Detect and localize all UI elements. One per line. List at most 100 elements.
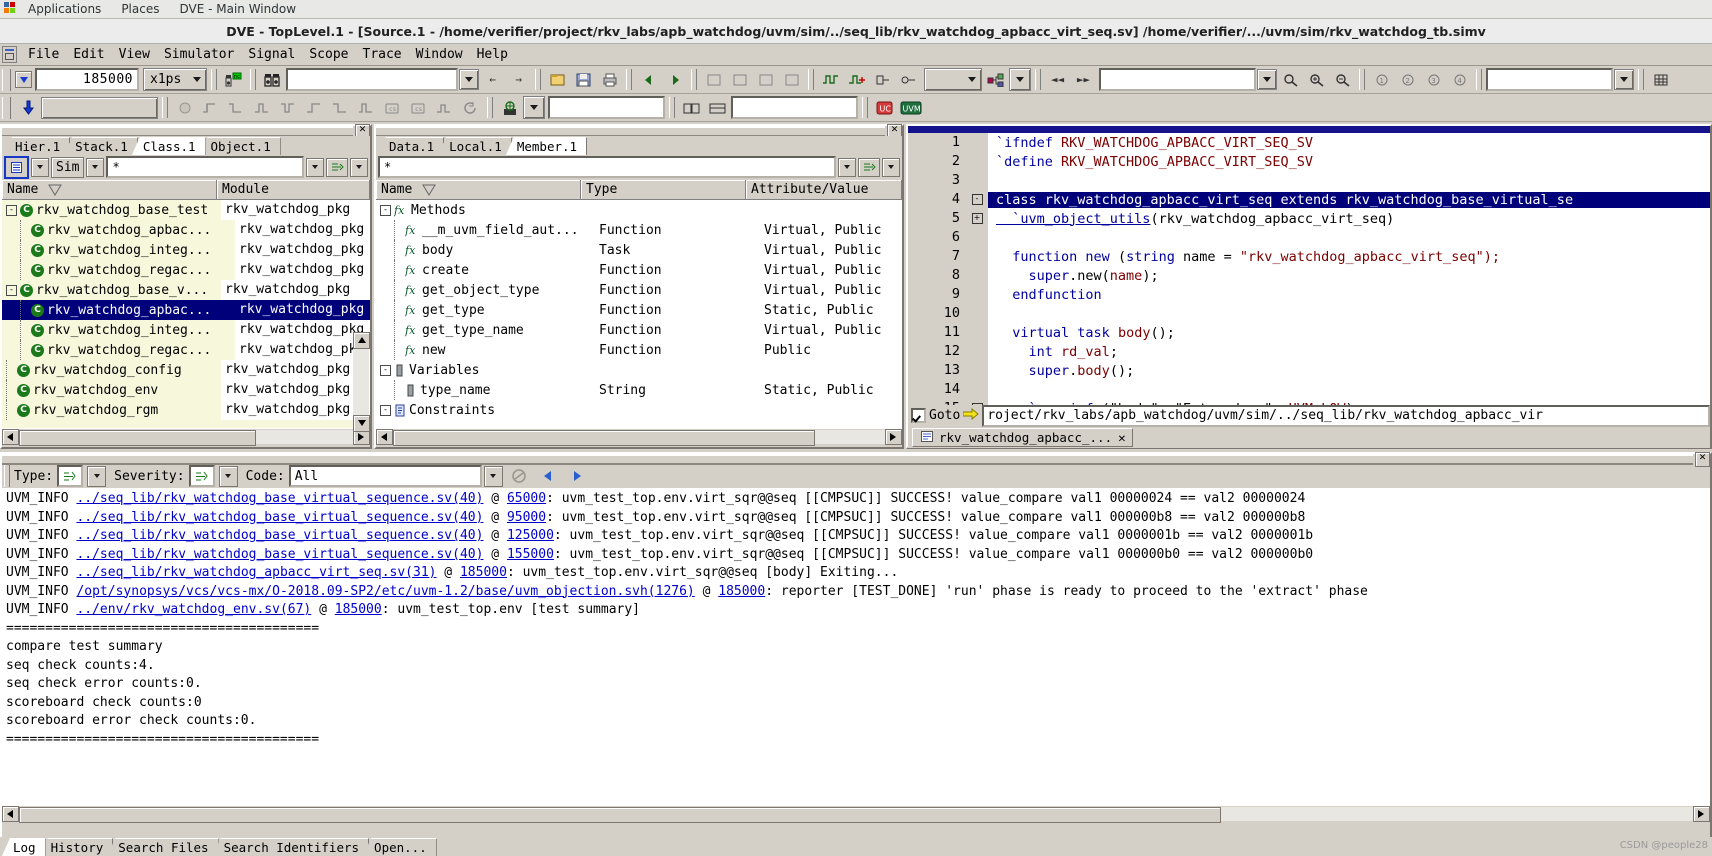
expander-icon[interactable]: - (380, 404, 391, 416)
menu-drag-handle[interactable] (2, 46, 17, 63)
member-filter-options-dropdown[interactable] (882, 157, 900, 177)
tab-hier[interactable]: Hier.1 (4, 137, 71, 155)
scroll-left-icon[interactable] (2, 428, 19, 445)
add-probe-icon[interactable] (497, 96, 522, 120)
tab-open[interactable]: Open... (363, 838, 437, 856)
filter-options-dropdown[interactable] (350, 157, 368, 177)
source-tab-close-icon[interactable]: ✕ (1118, 429, 1126, 446)
probe-dropdown[interactable] (523, 96, 545, 119)
code-line[interactable]: 12 int rd_val; (908, 342, 1710, 361)
places-menu[interactable]: Places (111, 0, 169, 18)
signal-name-field[interactable] (41, 96, 158, 119)
table-row[interactable]: Crkv_watchdog_regac... rkv_watchdog_pkg (2, 260, 370, 280)
code-line[interactable]: 5 + `uvm_object_utils(rkv_watchdog_apbacc… (908, 209, 1710, 228)
scope-mode-icon[interactable] (4, 155, 29, 179)
open-file-icon[interactable] (545, 68, 570, 92)
code-line[interactable]: 1 `ifndef RKV_WATCHDOG_APBACC_VIRT_SEQ_SV (908, 133, 1710, 152)
scope-mode-dropdown[interactable] (31, 157, 49, 177)
member-filter-apply-icon[interactable] (858, 157, 880, 177)
step-2-icon[interactable] (727, 68, 752, 92)
secondary-expression-dropdown[interactable] (1614, 69, 1634, 90)
fold-gutter[interactable] (966, 228, 988, 247)
fold-gutter[interactable] (966, 152, 988, 171)
search-next-icon[interactable]: → (506, 68, 531, 92)
log-scroll-right-icon[interactable] (1693, 805, 1710, 822)
log-file-link[interactable]: ../seq_lib/rkv_watchdog_apbacc_virt_seq.… (76, 565, 436, 580)
capture-next-icon[interactable]: cs (406, 96, 431, 120)
class-tree-hscrollbar[interactable] (2, 428, 370, 446)
fold-gutter[interactable] (966, 304, 988, 323)
code-line[interactable]: 14 (908, 380, 1710, 399)
sim-scope-dropdown[interactable] (86, 157, 105, 177)
column-header-name[interactable]: Name (2, 179, 217, 199)
code-line[interactable]: 6 (908, 228, 1710, 247)
tab-log[interactable]: Log (2, 838, 46, 856)
zoom-out-icon[interactable] (1330, 68, 1355, 92)
probe-filter-input[interactable] (548, 96, 665, 119)
table-row[interactable]: Crkv_watchdog_integ... rkv_watchdog_pkg (2, 320, 370, 340)
toolbar-drag-handle-2[interactable] (2, 96, 11, 119)
expander-icon[interactable]: - (6, 284, 17, 296)
fold-gutter[interactable] (966, 361, 988, 380)
log-time-link[interactable]: 185000 (335, 602, 382, 617)
marker-3-icon[interactable]: 3 (1421, 68, 1446, 92)
code-line[interactable]: 2 `define RKV_WATCHDOG_APBACC_VIRT_SEQ_SV (908, 152, 1710, 171)
menu-scope[interactable]: Scope (302, 46, 355, 63)
tab-stack[interactable]: Stack.1 (64, 137, 138, 155)
grid-toggle-icon[interactable] (1648, 68, 1673, 92)
member-tree-hscrollbar[interactable] (376, 428, 902, 446)
code-filter-input[interactable]: All (288, 465, 482, 487)
edge-next-icon[interactable] (276, 96, 301, 120)
class-scroll-down-icon[interactable] (353, 415, 370, 432)
tab-data[interactable]: Data.1 (378, 137, 445, 155)
column-header-member-attr[interactable]: Attribute/Value (746, 179, 902, 199)
menu-simulator[interactable]: Simulator (157, 46, 241, 63)
menu-help[interactable]: Help (470, 46, 515, 63)
search-binoculars-icon[interactable] (260, 68, 285, 92)
step-1-icon[interactable] (701, 68, 726, 92)
fold-toggle-icon[interactable]: - (971, 194, 983, 205)
fold-gutter[interactable] (966, 133, 988, 152)
table-row[interactable]: Crkv_watchdog_integ... rkv_watchdog_pkg (2, 240, 370, 260)
severity-filter-icon[interactable] (188, 465, 215, 487)
path-schematic-icon[interactable] (896, 68, 921, 92)
menu-view[interactable]: View (112, 46, 157, 63)
table-row[interactable]: - fx Methods (376, 200, 902, 220)
marker-1-icon[interactable]: 1 (1369, 68, 1394, 92)
member-scroll-right-icon[interactable] (885, 428, 902, 445)
log-time-link[interactable]: 65000 (507, 491, 546, 506)
class-filter-input[interactable]: * (106, 156, 304, 178)
close-icon-log-panel[interactable]: ✕ (1695, 451, 1710, 467)
log-file-link[interactable]: ../seq_lib/rkv_watchdog_base_virtual_seq… (76, 510, 483, 525)
menu-file[interactable]: File (21, 46, 66, 63)
code-filter-dropdown[interactable] (483, 465, 503, 487)
marker-2-icon[interactable]: 2 (1395, 68, 1420, 92)
type-filter-dropdown[interactable] (87, 465, 107, 487)
time-unit-select[interactable]: x1ps (143, 68, 207, 91)
log-output[interactable]: UVM_INFO ../seq_lib/rkv_watchdog_base_vi… (2, 488, 1710, 805)
zoom-in-icon[interactable] (1304, 68, 1329, 92)
bookmark-next-icon[interactable]: ►► (1071, 68, 1096, 92)
circle-marker-icon[interactable] (172, 96, 197, 120)
fold-gutter[interactable] (966, 171, 988, 190)
time-back-button[interactable] (15, 71, 32, 88)
goto-arrow-icon[interactable] (962, 407, 980, 423)
table-row[interactable]: fx get_object_type Function Virtual, Public (376, 280, 902, 300)
table-row[interactable]: fx __m_uvm_field_aut... Function Virtual, P… (376, 220, 902, 240)
column-header-member-name[interactable]: Name (376, 179, 581, 199)
type-filter-icon[interactable] (57, 465, 84, 487)
log-hscrollbar[interactable] (2, 805, 1710, 823)
tab-local[interactable]: Local.1 (438, 137, 512, 155)
table-row[interactable]: fx body Task Virtual, Public (376, 240, 902, 260)
class-scroll-up-icon[interactable] (353, 332, 370, 349)
log-time-link[interactable]: 185000 (718, 584, 765, 599)
column-header-member-type[interactable]: Type (581, 179, 746, 199)
sim-scope-button[interactable]: Sim (51, 156, 85, 178)
class-filter-history-dropdown[interactable] (306, 157, 324, 177)
fold-gutter[interactable] (966, 380, 988, 399)
log-time-link[interactable]: 95000 (507, 510, 546, 525)
no-filter-icon[interactable] (507, 464, 532, 488)
code-line[interactable]: 11 virtual task body(); (908, 323, 1710, 342)
class-tree[interactable]: - Crkv_watchdog_base_test rkv_watchdog_pkg… (2, 200, 370, 428)
tab-member[interactable]: Member.1 (505, 137, 588, 155)
